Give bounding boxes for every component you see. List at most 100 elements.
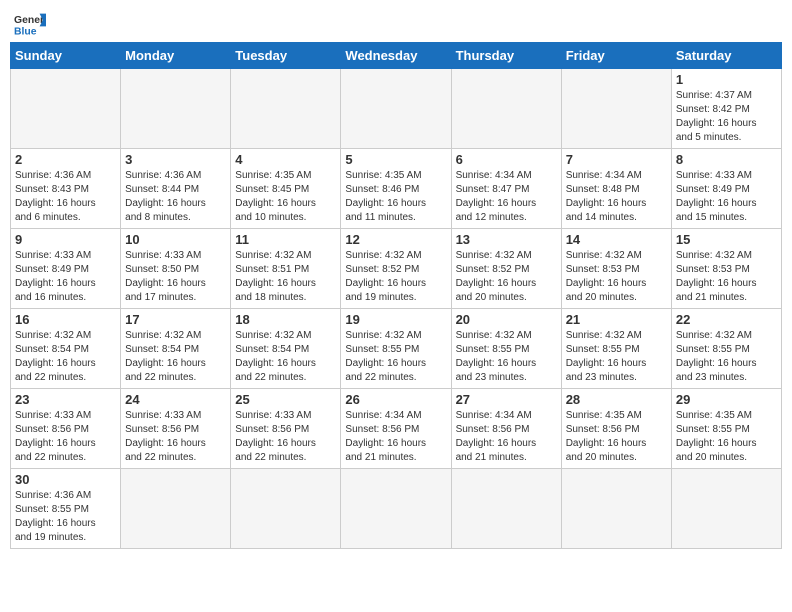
day-info: Sunrise: 4:33 AM Sunset: 8:56 PM Dayligh…	[125, 409, 226, 465]
calendar-header-row: SundayMondayTuesdayWednesdayThursdayFrid…	[11, 43, 782, 69]
calendar-cell: 12 Sunrise: 4:32 AM Sunset: 8:52 PM Dayli…	[341, 229, 451, 309]
day-number: 9	[15, 232, 116, 247]
day-info: Sunrise: 4:36 AM Sunset: 8:55 PM Dayligh…	[15, 489, 116, 545]
day-info: Sunrise: 4:32 AM Sunset: 8:52 PM Dayligh…	[456, 249, 557, 305]
day-info: Sunrise: 4:33 AM Sunset: 8:49 PM Dayligh…	[676, 169, 777, 225]
calendar-cell: 5 Sunrise: 4:35 AM Sunset: 8:46 PM Daylig…	[341, 149, 451, 229]
day-number: 25	[235, 392, 336, 407]
calendar-cell: 30 Sunrise: 4:36 AM Sunset: 8:55 PM Dayli…	[11, 469, 121, 549]
calendar-cell: 10 Sunrise: 4:33 AM Sunset: 8:50 PM Dayli…	[121, 229, 231, 309]
day-number: 27	[456, 392, 557, 407]
day-info: Sunrise: 4:32 AM Sunset: 8:53 PM Dayligh…	[566, 249, 667, 305]
day-info: Sunrise: 4:35 AM Sunset: 8:46 PM Dayligh…	[345, 169, 446, 225]
day-number: 5	[345, 152, 446, 167]
calendar-cell: 23Sunrise: 4:33 AM Sunset: 8:56 PM Dayli…	[11, 389, 121, 469]
calendar-cell	[561, 69, 671, 149]
day-number: 7	[566, 152, 667, 167]
day-info: Sunrise: 4:34 AM Sunset: 8:56 PM Dayligh…	[345, 409, 446, 465]
day-info: Sunrise: 4:33 AM Sunset: 8:49 PM Dayligh…	[15, 249, 116, 305]
calendar-cell: 14 Sunrise: 4:32 AM Sunset: 8:53 PM Dayli…	[561, 229, 671, 309]
calendar-week-row-3: 9 Sunrise: 4:33 AM Sunset: 8:49 PM Daylig…	[11, 229, 782, 309]
day-info: Sunrise: 4:32 AM Sunset: 8:55 PM Dayligh…	[566, 329, 667, 385]
calendar-cell: 6 Sunrise: 4:34 AM Sunset: 8:47 PM Daylig…	[451, 149, 561, 229]
day-info: Sunrise: 4:32 AM Sunset: 8:55 PM Dayligh…	[345, 329, 446, 385]
page-header: General Blue	[10, 10, 782, 38]
calendar-cell	[11, 69, 121, 149]
calendar-cell: 27 Sunrise: 4:34 AM Sunset: 8:56 PM Dayli…	[451, 389, 561, 469]
calendar-cell: 7Sunrise: 4:34 AM Sunset: 8:48 PM Daylig…	[561, 149, 671, 229]
day-info: Sunrise: 4:32 AM Sunset: 8:54 PM Dayligh…	[15, 329, 116, 385]
calendar-cell	[341, 69, 451, 149]
calendar-cell	[231, 469, 341, 549]
calendar-header-sunday: Sunday	[11, 43, 121, 69]
day-number: 19	[345, 312, 446, 327]
calendar-cell	[121, 69, 231, 149]
calendar-cell: 11 Sunrise: 4:32 AM Sunset: 8:51 PM Dayli…	[231, 229, 341, 309]
day-number: 23	[15, 392, 116, 407]
day-number: 28	[566, 392, 667, 407]
calendar-cell	[341, 469, 451, 549]
calendar-cell: 25 Sunrise: 4:33 AM Sunset: 8:56 PM Dayli…	[231, 389, 341, 469]
calendar-cell: 21Sunrise: 4:32 AM Sunset: 8:55 PM Dayli…	[561, 309, 671, 389]
calendar-cell: 22 Sunrise: 4:32 AM Sunset: 8:55 PM Dayli…	[671, 309, 781, 389]
day-info: Sunrise: 4:36 AM Sunset: 8:43 PM Dayligh…	[15, 169, 116, 225]
calendar-cell: 1Sunrise: 4:37 AM Sunset: 8:42 PM Daylig…	[671, 69, 781, 149]
calendar-header-tuesday: Tuesday	[231, 43, 341, 69]
calendar-cell	[451, 69, 561, 149]
day-number: 1	[676, 72, 777, 87]
day-info: Sunrise: 4:32 AM Sunset: 8:52 PM Dayligh…	[345, 249, 446, 305]
calendar-cell: 13Sunrise: 4:32 AM Sunset: 8:52 PM Dayli…	[451, 229, 561, 309]
day-info: Sunrise: 4:32 AM Sunset: 8:55 PM Dayligh…	[456, 329, 557, 385]
calendar-cell: 2Sunrise: 4:36 AM Sunset: 8:43 PM Daylig…	[11, 149, 121, 229]
day-info: Sunrise: 4:33 AM Sunset: 8:50 PM Dayligh…	[125, 249, 226, 305]
calendar-week-row-6: 30 Sunrise: 4:36 AM Sunset: 8:55 PM Dayli…	[11, 469, 782, 549]
day-number: 20	[456, 312, 557, 327]
day-number: 26	[345, 392, 446, 407]
day-info: Sunrise: 4:32 AM Sunset: 8:54 PM Dayligh…	[125, 329, 226, 385]
calendar-cell: 9 Sunrise: 4:33 AM Sunset: 8:49 PM Daylig…	[11, 229, 121, 309]
calendar-cell: 20 Sunrise: 4:32 AM Sunset: 8:55 PM Dayli…	[451, 309, 561, 389]
calendar-cell: 26 Sunrise: 4:34 AM Sunset: 8:56 PM Dayli…	[341, 389, 451, 469]
day-number: 14	[566, 232, 667, 247]
day-info: Sunrise: 4:32 AM Sunset: 8:53 PM Dayligh…	[676, 249, 777, 305]
day-number: 8	[676, 152, 777, 167]
calendar-cell: 29Sunrise: 4:35 AM Sunset: 8:55 PM Dayli…	[671, 389, 781, 469]
day-info: Sunrise: 4:34 AM Sunset: 8:47 PM Dayligh…	[456, 169, 557, 225]
day-number: 24	[125, 392, 226, 407]
calendar-cell: 4 Sunrise: 4:35 AM Sunset: 8:45 PM Daylig…	[231, 149, 341, 229]
day-info: Sunrise: 4:32 AM Sunset: 8:51 PM Dayligh…	[235, 249, 336, 305]
day-info: Sunrise: 4:35 AM Sunset: 8:56 PM Dayligh…	[566, 409, 667, 465]
calendar-cell	[671, 469, 781, 549]
day-info: Sunrise: 4:35 AM Sunset: 8:45 PM Dayligh…	[235, 169, 336, 225]
logo: General Blue	[14, 10, 50, 38]
calendar-week-row-1: 1Sunrise: 4:37 AM Sunset: 8:42 PM Daylig…	[11, 69, 782, 149]
day-number: 6	[456, 152, 557, 167]
day-number: 22	[676, 312, 777, 327]
day-number: 11	[235, 232, 336, 247]
calendar-cell	[231, 69, 341, 149]
day-number: 30	[15, 472, 116, 487]
day-number: 17	[125, 312, 226, 327]
day-number: 10	[125, 232, 226, 247]
calendar-week-row-2: 2Sunrise: 4:36 AM Sunset: 8:43 PM Daylig…	[11, 149, 782, 229]
calendar-cell	[121, 469, 231, 549]
calendar-cell: 17 Sunrise: 4:32 AM Sunset: 8:54 PM Dayli…	[121, 309, 231, 389]
day-info: Sunrise: 4:33 AM Sunset: 8:56 PM Dayligh…	[235, 409, 336, 465]
calendar-cell: 8 Sunrise: 4:33 AM Sunset: 8:49 PM Daylig…	[671, 149, 781, 229]
calendar-table: SundayMondayTuesdayWednesdayThursdayFrid…	[10, 42, 782, 549]
svg-text:Blue: Blue	[14, 26, 37, 37]
day-number: 12	[345, 232, 446, 247]
calendar-cell: 24 Sunrise: 4:33 AM Sunset: 8:56 PM Dayli…	[121, 389, 231, 469]
calendar-cell: 3Sunrise: 4:36 AM Sunset: 8:44 PM Daylig…	[121, 149, 231, 229]
calendar-header-wednesday: Wednesday	[341, 43, 451, 69]
day-info: Sunrise: 4:34 AM Sunset: 8:56 PM Dayligh…	[456, 409, 557, 465]
day-info: Sunrise: 4:36 AM Sunset: 8:44 PM Dayligh…	[125, 169, 226, 225]
calendar-week-row-4: 16Sunrise: 4:32 AM Sunset: 8:54 PM Dayli…	[11, 309, 782, 389]
calendar-cell	[561, 469, 671, 549]
day-info: Sunrise: 4:32 AM Sunset: 8:55 PM Dayligh…	[676, 329, 777, 385]
calendar-cell: 15Sunrise: 4:32 AM Sunset: 8:53 PM Dayli…	[671, 229, 781, 309]
calendar-week-row-5: 23 Sunrise: 4:33 AM Sunset: 8:56 PM Dayli…	[11, 389, 782, 469]
day-info: Sunrise: 4:35 AM Sunset: 8:55 PM Dayligh…	[676, 409, 777, 465]
day-number: 4	[235, 152, 336, 167]
calendar-header-thursday: Thursday	[451, 43, 561, 69]
